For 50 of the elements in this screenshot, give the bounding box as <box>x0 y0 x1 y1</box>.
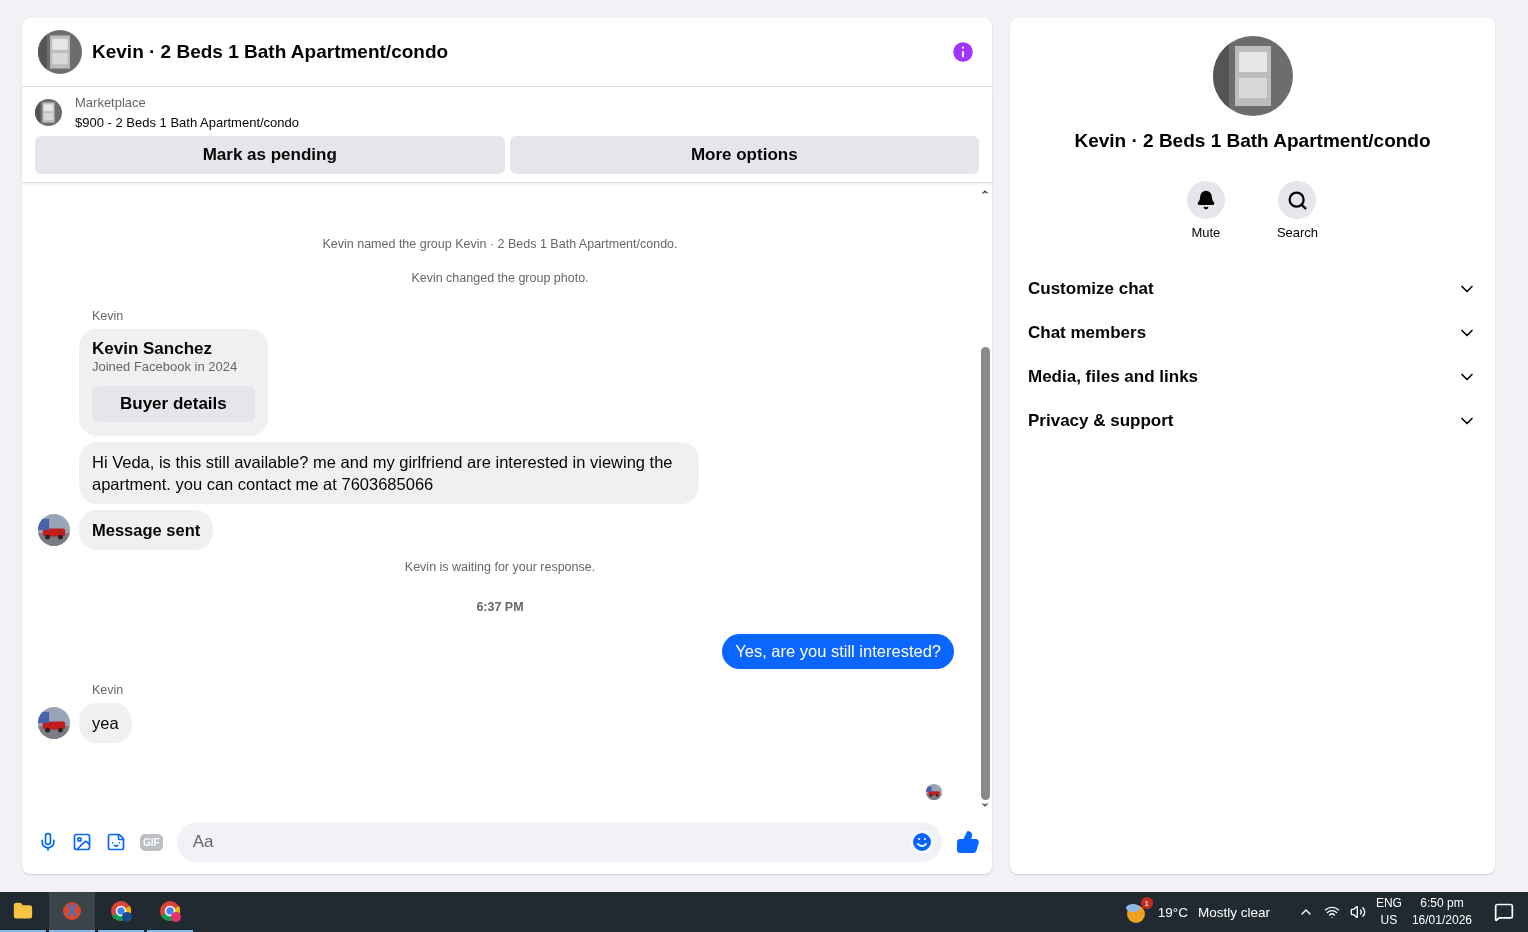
bell-icon <box>1195 190 1216 210</box>
wifi-icon[interactable] <box>1323 904 1340 920</box>
speaker-icon[interactable] <box>1349 904 1366 920</box>
message-field[interactable]: Aa <box>176 822 942 862</box>
clock-time[interactable]: 6:50 pm <box>1420 895 1464 912</box>
message-input[interactable]: Aa <box>190 831 910 853</box>
info-icon[interactable] <box>950 39 976 65</box>
section-header[interactable]: Privacy & support <box>1026 399 1479 443</box>
system-notice: Kevin is waiting for your response. <box>403 560 597 574</box>
temperature: 19°C <box>1157 904 1188 920</box>
section-header[interactable]: Chat members <box>1026 311 1479 355</box>
message-bubble: Message sent <box>79 510 214 550</box>
notification-badge: 1 <box>1140 897 1153 909</box>
buyer-joined: Joined Facebook in 2024 <box>92 359 238 374</box>
sender-name: Kevin <box>92 309 125 323</box>
sticker-icon[interactable] <box>106 832 126 852</box>
scroll-down-icon[interactable] <box>980 800 990 810</box>
folder-icon[interactable] <box>13 901 33 921</box>
thumbs-up-icon[interactable] <box>956 830 980 854</box>
conversation-title: Kevin · 2 Beds 1 Bath Apartment/condo <box>92 41 450 63</box>
buyer-name: Kevin Sanchez <box>92 339 212 359</box>
chat-title: Kevin · 2 Beds 1 Bath Apartment/condo <box>1073 130 1432 152</box>
message-bubble: Yes, are you still interested? <box>722 634 954 669</box>
listing-summary: $900 - 2 Beds 1 Bath Apartment/condo <box>75 115 300 130</box>
scroll-up-icon[interactable] <box>980 187 990 197</box>
buyer-details-button[interactable]: Buyer details <box>92 386 255 422</box>
emoji-icon[interactable] <box>910 830 934 854</box>
browser-icon[interactable] <box>158 899 182 923</box>
system-notice: Kevin named the group Kevin · 2 Beds 1 Bath Apartment/condo. <box>321 237 679 251</box>
listing-source: Marketplace <box>75 95 147 110</box>
timestamp: 6:37 PM <box>475 600 525 614</box>
browser-icon[interactable] <box>109 899 133 923</box>
quick-action-button[interactable]: Search <box>1270 180 1325 241</box>
search-icon <box>1287 189 1308 211</box>
microphone-icon[interactable] <box>38 832 58 852</box>
weather-condition: Mostly clear <box>1197 904 1270 920</box>
listing-action-button[interactable]: Mark as pending <box>35 136 505 174</box>
region[interactable]: US <box>1380 912 1398 929</box>
sender-name: Kevin <box>92 683 125 697</box>
message-bubble: yea <box>79 703 132 743</box>
section-header[interactable]: Customize chat <box>1026 267 1479 311</box>
system-notice: Kevin changed the group photo. <box>410 271 590 285</box>
quick-action-button[interactable]: Mute <box>1180 180 1231 241</box>
language[interactable]: ENG <box>1375 895 1402 912</box>
message-bubble: Hi Veda, is this still available? me and my girlfriend are interested in viewing the apartment. you can contact me at 7603685066 <box>79 442 699 504</box>
section-header[interactable]: Media, files and links <box>1026 355 1479 399</box>
image-icon[interactable] <box>72 832 92 852</box>
notifications-icon[interactable] <box>1494 902 1514 922</box>
clock-date[interactable]: 16/01/2026 <box>1411 912 1472 929</box>
listing-action-button[interactable]: More options <box>509 136 979 174</box>
